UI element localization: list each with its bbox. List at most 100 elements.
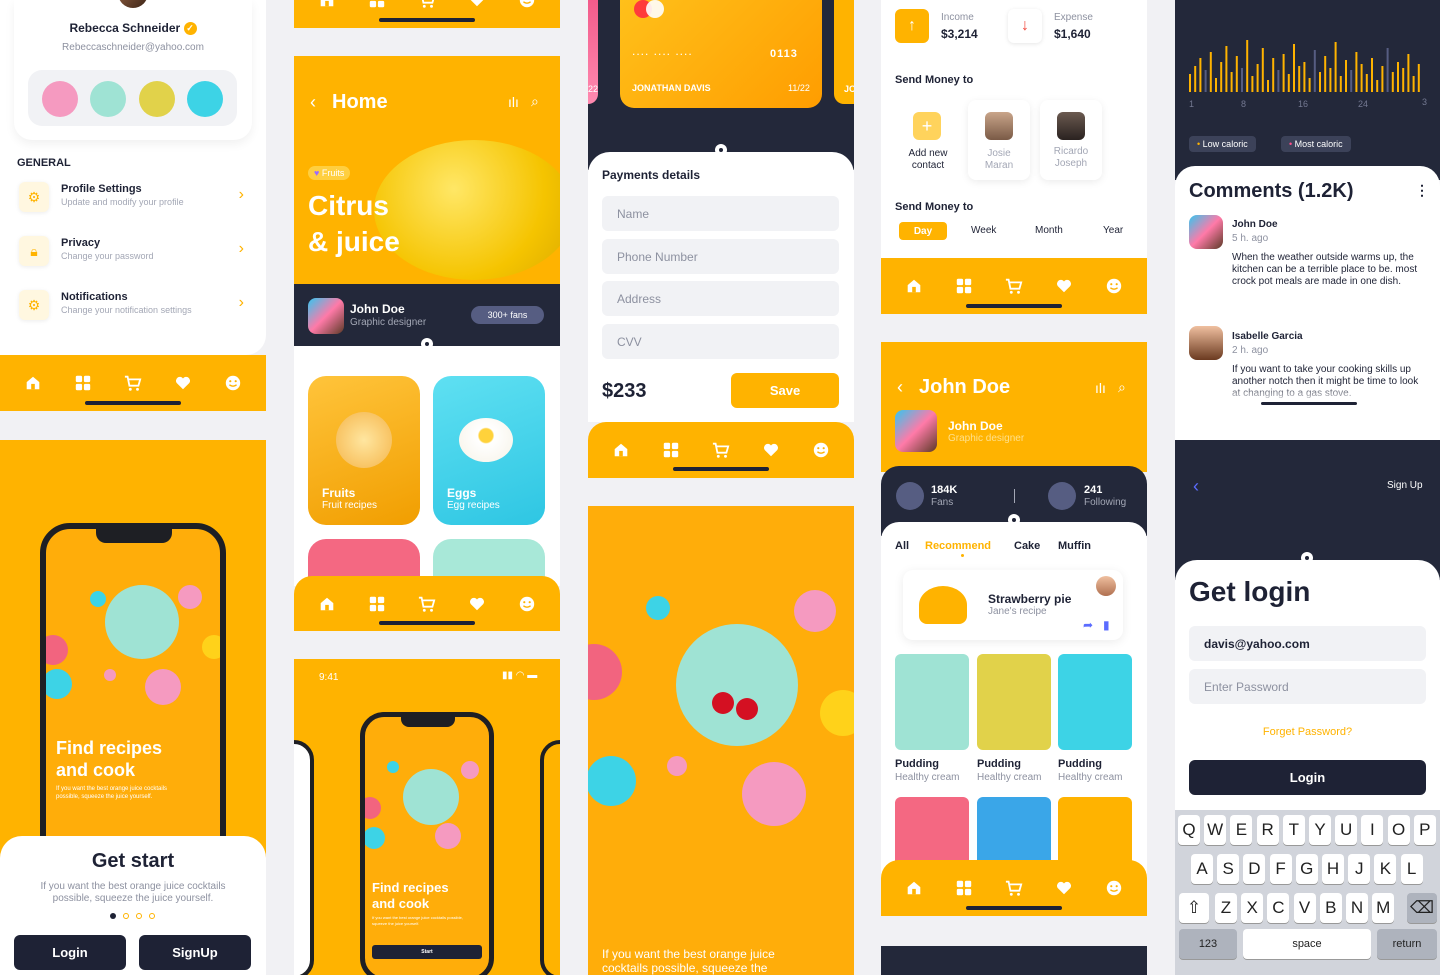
key[interactable]: P	[1413, 815, 1436, 845]
grid-icon[interactable]	[366, 0, 388, 11]
recipe-card-fruits[interactable]: Fruits Fruit recipes	[308, 376, 420, 525]
key[interactable]: E	[1230, 815, 1253, 845]
grid-icon[interactable]	[660, 439, 682, 461]
key[interactable]: M	[1372, 893, 1395, 923]
numbers-key[interactable]: 123	[1179, 929, 1237, 959]
period-week[interactable]: Week	[971, 225, 996, 236]
contact-josie[interactable]: Josie Maran	[968, 100, 1030, 180]
grid-icon[interactable]	[953, 877, 975, 899]
name-field[interactable]: Name	[602, 196, 839, 231]
login-button[interactable]: Login	[1189, 760, 1426, 795]
return-key[interactable]: return	[1377, 929, 1437, 959]
stats-icon[interactable]: ılı	[1095, 380, 1106, 396]
heart-icon[interactable]	[466, 0, 488, 11]
smile-icon[interactable]	[222, 372, 244, 394]
stats-icon[interactable]: ılı	[508, 94, 519, 110]
key[interactable]: R	[1256, 815, 1279, 845]
period-day[interactable]: Day	[899, 222, 947, 240]
cart-icon[interactable]	[1003, 877, 1025, 899]
heart-icon[interactable]	[172, 372, 194, 394]
smile-icon[interactable]	[810, 439, 832, 461]
smile-icon[interactable]	[1103, 275, 1125, 297]
heart-icon[interactable]	[760, 439, 782, 461]
login-button[interactable]: Login	[14, 935, 126, 970]
grid-icon[interactable]	[72, 372, 94, 394]
key[interactable]: G	[1295, 854, 1318, 884]
chevron-left-icon[interactable]: ‹	[897, 377, 903, 398]
search-icon[interactable]: ⌕	[531, 93, 539, 110]
pudding-card-3[interactable]	[1058, 654, 1132, 750]
save-button[interactable]: Save	[731, 373, 839, 408]
profile-settings-row[interactable]: ⚙ Profile Settings Update and modify you…	[14, 176, 252, 220]
home-icon[interactable]	[903, 275, 925, 297]
phone-field[interactable]: Phone Number	[602, 239, 839, 274]
cvv-field[interactable]: CVV	[602, 324, 839, 359]
home-icon[interactable]	[22, 372, 44, 394]
tab-muffin[interactable]: Muffin	[1058, 540, 1091, 552]
key[interactable]: A	[1191, 854, 1213, 884]
key[interactable]: U	[1335, 815, 1358, 845]
key[interactable]: Y	[1309, 815, 1331, 845]
signup-button[interactable]: SignUp	[139, 935, 251, 970]
password-field[interactable]: Enter Password	[1189, 669, 1426, 704]
key[interactable]: O	[1387, 815, 1410, 845]
smile-icon[interactable]	[1103, 877, 1125, 899]
key[interactable]: V	[1293, 893, 1316, 923]
period-month[interactable]: Month	[1035, 225, 1063, 236]
key[interactable]: L	[1400, 854, 1423, 884]
key[interactable]: C	[1267, 893, 1290, 923]
home-icon[interactable]	[610, 439, 632, 461]
heart-icon[interactable]	[1053, 275, 1075, 297]
credit-card[interactable]: .... .... .... 0113 JONATHAN DAVIS 11/22	[620, 0, 822, 108]
grid-icon[interactable]	[366, 593, 388, 615]
cherry-thumb[interactable]	[90, 81, 126, 117]
key[interactable]: Q	[1178, 815, 1200, 845]
smile-icon[interactable]	[516, 593, 538, 615]
backspace-icon[interactable]: ⌫	[1407, 893, 1437, 923]
chevron-left-icon[interactable]: ‹	[310, 92, 316, 113]
tab-all[interactable]: All	[895, 540, 909, 552]
forgot-password-link[interactable]: Forget Password?	[1175, 726, 1440, 738]
home-icon[interactable]	[316, 593, 338, 615]
home-icon[interactable]	[316, 0, 338, 11]
signup-link[interactable]: Sign Up	[1387, 480, 1423, 491]
email-field[interactable]: davis@yahoo.com	[1189, 626, 1426, 661]
heart-icon[interactable]	[1053, 877, 1075, 899]
pineapple-thumb[interactable]	[42, 81, 78, 117]
period-year[interactable]: Year	[1103, 225, 1123, 236]
key[interactable]: K	[1374, 854, 1397, 884]
key[interactable]: T	[1282, 815, 1305, 845]
key[interactable]: J	[1348, 854, 1371, 884]
share-icon[interactable]: ➦	[1083, 618, 1093, 632]
key[interactable]: X	[1241, 893, 1264, 923]
start-button[interactable]: Start	[372, 945, 482, 959]
contact-ricardo[interactable]: Ricardo Joseph	[1040, 100, 1102, 180]
grid-icon[interactable]	[953, 275, 975, 297]
cart-icon[interactable]	[416, 593, 438, 615]
bookmark-icon[interactable]: ▮	[1103, 618, 1110, 632]
key[interactable]: Z	[1215, 893, 1237, 923]
more-icon[interactable]: ⋮	[1415, 182, 1429, 199]
cart-icon[interactable]	[416, 0, 438, 11]
home-icon[interactable]	[903, 877, 925, 899]
cart-icon[interactable]	[1003, 275, 1025, 297]
smile-icon[interactable]	[516, 0, 538, 11]
key[interactable]: S	[1217, 854, 1240, 884]
tab-recommend[interactable]: Recommend	[925, 540, 991, 552]
featured-recipe[interactable]: Strawberry pie Jane's recipe ➦ ▮	[903, 570, 1123, 640]
egg-thumb[interactable]	[187, 81, 223, 117]
key[interactable]: N	[1346, 893, 1368, 923]
space-key[interactable]: space	[1243, 929, 1371, 959]
tab-cake[interactable]: Cake	[1014, 540, 1040, 552]
recipe-card-eggs[interactable]: Eggs Egg recipes	[433, 376, 545, 525]
shift-icon[interactable]: ⇧	[1179, 893, 1209, 923]
address-field[interactable]: Address	[602, 281, 839, 316]
cart-icon[interactable]	[710, 439, 732, 461]
add-contact[interactable]: + Add new contact	[897, 100, 959, 180]
key[interactable]: D	[1243, 854, 1266, 884]
key[interactable]: F	[1269, 854, 1292, 884]
key[interactable]: I	[1361, 815, 1384, 845]
chevron-left-icon[interactable]: ‹	[1193, 476, 1199, 497]
key[interactable]: H	[1322, 854, 1344, 884]
banana-thumb[interactable]	[139, 81, 175, 117]
